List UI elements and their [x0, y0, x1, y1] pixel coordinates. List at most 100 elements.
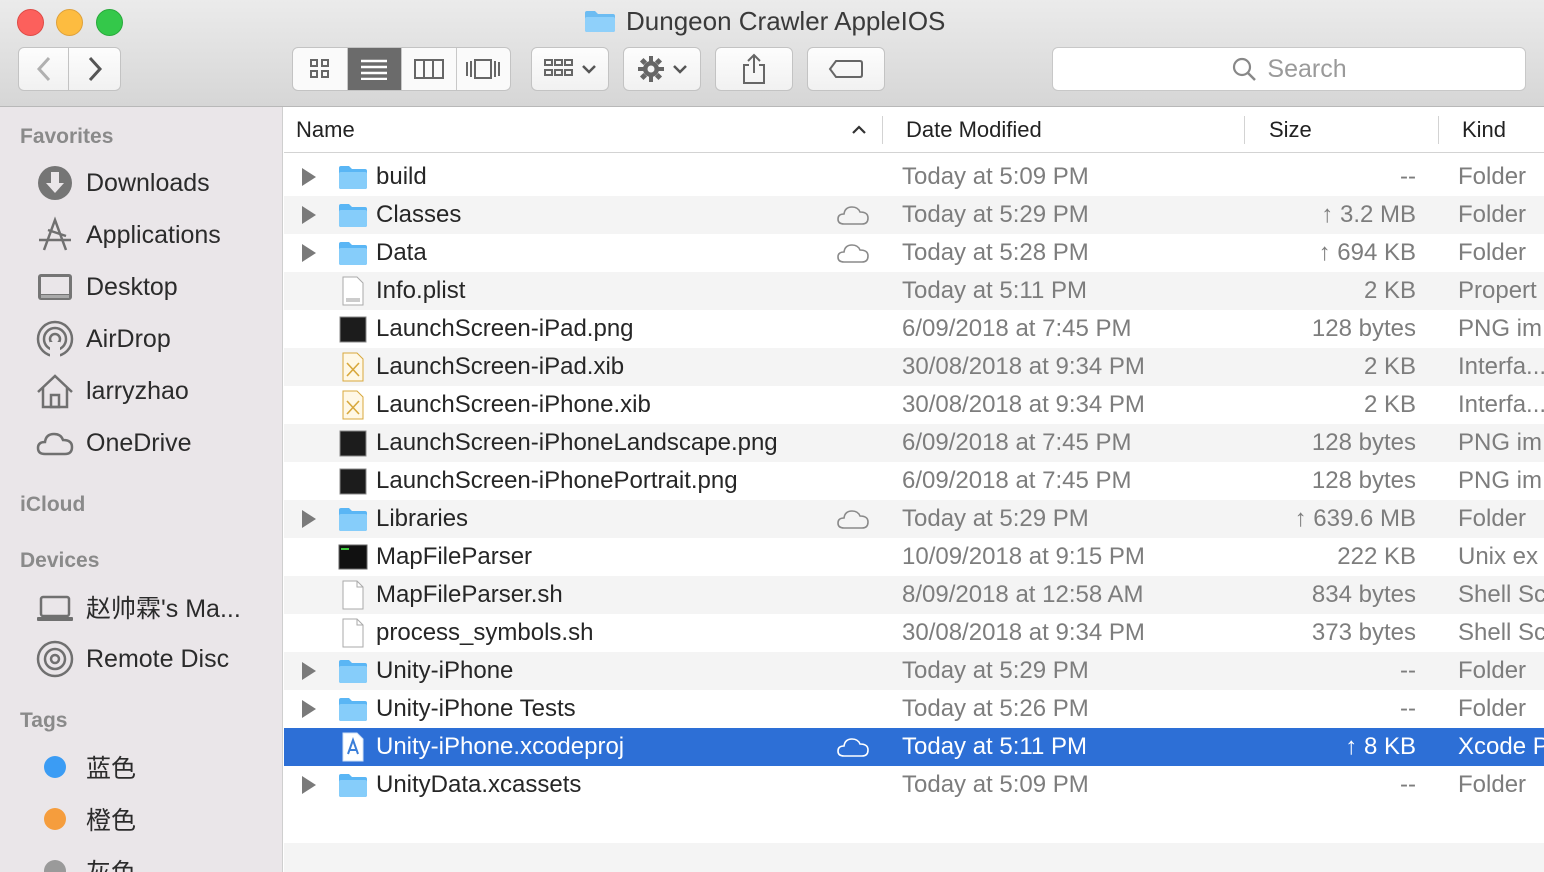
column-header-size[interactable]: Size	[1269, 108, 1312, 152]
disclosure-triangle-icon[interactable]	[302, 510, 316, 528]
sidebar-item-downloads[interactable]: Downloads	[36, 163, 210, 203]
favorites-header: Favorites	[20, 125, 114, 148]
file-row[interactable]: Libraries Today at 5:29 PM ↑ 639.6 MB Folde…	[284, 500, 1544, 538]
column-view-button[interactable]	[402, 48, 457, 90]
file-size: --	[1400, 695, 1416, 722]
sidebar: Favorites Downloads Applications Desktop…	[0, 107, 283, 872]
disclosure-triangle-icon[interactable]	[302, 206, 316, 224]
file-kind: PNG im	[1458, 429, 1542, 456]
disclosure-triangle-icon[interactable]	[302, 662, 316, 680]
tag-color-dot	[44, 808, 66, 830]
file-kind: Folder	[1458, 239, 1527, 266]
share-icon	[743, 53, 765, 84]
sidebar-item-desktop[interactable]: Desktop	[36, 267, 178, 307]
file-size: 222 KB	[1337, 543, 1416, 570]
file-size: ↑ 694 KB	[1318, 239, 1416, 266]
file-name: UnityData.xcassets	[376, 771, 582, 798]
window-title-area: Dungeon Crawler AppleIOS	[584, 4, 945, 38]
edit-tags-button[interactable]	[807, 47, 885, 91]
file-date: 30/08/2018 at 9:34 PM	[902, 391, 1145, 418]
icon-view-button[interactable]	[293, 48, 348, 90]
file-row[interactable]: LaunchScreen-iPad.xib 30/08/2018 at 9:34 …	[284, 348, 1544, 386]
column-header-label: Kind	[1462, 117, 1507, 142]
file-row[interactable]: MapFileParser 10/09/2018 at 9:15 PM 222 KB…	[284, 538, 1544, 576]
file-name: Classes	[376, 201, 462, 228]
file-kind: Propert	[1458, 277, 1537, 304]
view-mode-control	[292, 47, 511, 91]
sidebar-tag-blue[interactable]: 蓝色	[36, 747, 136, 787]
file-date: 30/08/2018 at 9:34 PM	[902, 619, 1145, 646]
chevron-left-icon	[36, 56, 50, 82]
file-size: 2 KB	[1363, 277, 1416, 304]
disclosure-triangle-icon[interactable]	[302, 168, 316, 186]
file-row[interactable]: Unity-iPhone.xcodeproj Today at 5:11 PM ↑ …	[284, 728, 1544, 766]
disclosure-triangle-icon[interactable]	[302, 700, 316, 718]
forward-button[interactable]	[68, 47, 121, 91]
column-header-label: Name	[296, 117, 355, 142]
executable-icon	[338, 542, 368, 572]
file-row[interactable]: LaunchScreen-iPad.png 6/09/2018 at 7:45 P…	[284, 310, 1544, 348]
column-divider[interactable]	[882, 116, 883, 144]
share-button[interactable]	[715, 47, 793, 91]
file-date: Today at 5:09 PM	[902, 771, 1089, 798]
zoom-window-button[interactable]	[96, 9, 123, 36]
minimize-window-button[interactable]	[56, 9, 83, 36]
back-button[interactable]	[18, 47, 69, 91]
file-name: MapFileParser.sh	[376, 581, 563, 608]
file-row[interactable]: process_symbols.sh 30/08/2018 at 9:34 PM 3…	[284, 614, 1544, 652]
folder-icon	[338, 656, 368, 686]
file-row[interactable]: LaunchScreen-iPhonePortrait.png 6/09/2018…	[284, 462, 1544, 500]
file-row[interactable]: Info.plist Today at 5:11 PM 2 KB Propert	[284, 272, 1544, 310]
sidebar-item-label: Applications	[86, 220, 221, 249]
interface-file-icon	[338, 352, 368, 382]
column-divider[interactable]	[1438, 116, 1439, 144]
icloud-status-icon	[836, 734, 870, 760]
file-date: Today at 5:26 PM	[902, 695, 1089, 722]
file-row[interactable]: Data Today at 5:28 PM ↑ 694 KB Folder	[284, 234, 1544, 272]
column-header-name[interactable]: Name	[296, 108, 881, 152]
action-menu-button[interactable]	[623, 47, 701, 91]
file-size: --	[1400, 163, 1416, 190]
disclosure-triangle-icon[interactable]	[302, 776, 316, 794]
file-date: Today at 5:28 PM	[902, 239, 1089, 266]
column-divider[interactable]	[1244, 116, 1245, 144]
file-row[interactable]: Classes Today at 5:29 PM ↑ 3.2 MB Folder	[284, 196, 1544, 234]
file-kind: Shell Sc	[1458, 581, 1544, 608]
sidebar-item-applications[interactable]: Applications	[36, 215, 221, 255]
sidebar-tag-orange[interactable]: 橙色	[36, 799, 136, 839]
file-list: build Today at 5:09 PM -- Folder Classes Toda…	[284, 158, 1544, 804]
sidebar-tag-gray[interactable]: 灰色	[36, 851, 136, 872]
cover-flow-icon	[466, 59, 501, 79]
folder-icon	[338, 162, 368, 192]
sidebar-item-remote-disc[interactable]: Remote Disc	[36, 639, 229, 679]
file-row[interactable]: Unity-iPhone Today at 5:29 PM -- Folder	[284, 652, 1544, 690]
sidebar-item-airdrop[interactable]: AirDrop	[36, 319, 171, 359]
file-row[interactable]: LaunchScreen-iPhoneLandscape.png 6/09/201…	[284, 424, 1544, 462]
file-row[interactable]: Unity-iPhone Tests Today at 5:26 PM -- Fold…	[284, 690, 1544, 728]
search-placeholder: Search	[1267, 54, 1347, 83]
file-row[interactable]: LaunchScreen-iPhone.xib 30/08/2018 at 9:3…	[284, 386, 1544, 424]
file-name: Unity-iPhone	[376, 657, 514, 684]
list-view-button[interactable]	[347, 48, 402, 90]
column-header-kind[interactable]: Kind	[1462, 108, 1506, 152]
cover-flow-view-button[interactable]	[457, 48, 511, 90]
disclosure-triangle-icon[interactable]	[302, 244, 316, 262]
arrange-button[interactable]	[531, 47, 609, 91]
sidebar-item-macbook[interactable]: 赵帅霖's Ma...	[36, 587, 241, 627]
file-name: Data	[376, 239, 427, 266]
icloud-header[interactable]: iCloud	[20, 493, 85, 517]
search-field[interactable]: Search	[1052, 47, 1526, 91]
file-size: ↑ 639.6 MB	[1294, 505, 1416, 532]
sidebar-item-onedrive[interactable]: OneDrive	[36, 423, 192, 463]
file-row[interactable]: build Today at 5:09 PM -- Folder	[284, 158, 1544, 196]
file-row[interactable]: UnityData.xcassets Today at 5:09 PM -- Fold…	[284, 766, 1544, 804]
sidebar-item-home[interactable]: larryzhao	[36, 371, 189, 411]
close-window-button[interactable]	[17, 9, 44, 36]
file-date: Today at 5:29 PM	[902, 657, 1089, 684]
column-header-date[interactable]: Date Modified	[906, 108, 1042, 152]
file-row[interactable]: MapFileParser.sh 8/09/2018 at 12:58 AM 834…	[284, 576, 1544, 614]
file-date: Today at 5:09 PM	[902, 163, 1089, 190]
file-size: 128 bytes	[1311, 315, 1416, 342]
xcode-project-icon	[338, 732, 368, 762]
search-icon	[1233, 57, 1257, 81]
